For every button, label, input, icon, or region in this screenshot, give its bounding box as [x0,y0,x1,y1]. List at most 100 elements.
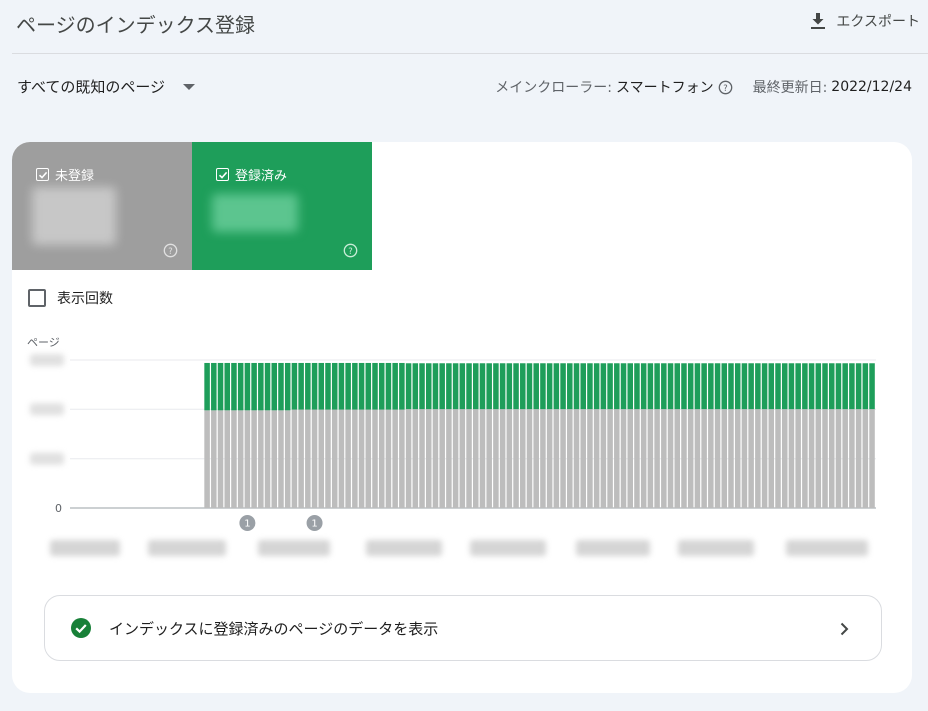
page-title: ページのインデックス登録 [16,13,255,37]
bar-not-indexed [211,410,217,508]
bar-not-indexed [828,409,835,508]
bar-not-indexed [855,409,862,508]
bar-indexed [378,362,385,410]
bar-not-indexed [741,409,748,508]
bar-indexed [372,362,378,410]
help-icon[interactable]: ? [343,243,358,258]
bar-indexed [224,362,230,411]
bar-not-indexed [607,409,613,508]
export-button[interactable]: エクスポート [810,10,920,32]
help-icon[interactable]: ? [718,80,733,95]
bar-indexed [728,363,734,410]
bar-not-indexed [634,409,640,508]
bar-indexed [741,363,748,410]
annotation-label: 1 [311,519,317,530]
bar-indexed [802,363,808,410]
bar-indexed [217,362,224,411]
bar-indexed [358,362,365,410]
registered-label: 登録済み [235,169,288,184]
bar-indexed [849,363,855,410]
bar-indexed [264,362,271,411]
bar-not-indexed [318,409,325,508]
bar-not-indexed [714,409,721,508]
bar-indexed [325,362,331,410]
impressions-label: 表示回数 [57,291,113,307]
unregistered-tile[interactable]: 未登録 ? [12,142,192,270]
bar-not-indexed [614,409,620,508]
bar-not-indexed [627,409,633,508]
bar-not-indexed [781,409,788,508]
crawler-info: メインクローラー: スマートフォン ? 最終更新日: 2022/12/24 [495,77,912,97]
impressions-toggle[interactable]: 表示回数 [28,288,113,308]
bar-indexed [768,363,775,410]
bar-not-indexed [473,409,479,508]
bar-indexed [399,362,405,410]
bar-not-indexed [734,409,741,508]
bar-indexed [271,362,278,411]
bar-not-indexed [788,409,795,508]
registered-count-redacted [212,194,298,232]
bar-not-indexed [755,409,761,508]
bar-not-indexed [580,409,586,508]
bar-not-indexed [419,409,425,508]
bar-indexed [540,363,546,410]
bar-indexed [654,363,660,410]
view-indexed-data-link[interactable]: インデックスに登録済みのページのデータを表示 [44,595,882,661]
bar-indexed [721,363,728,410]
bar-indexed [708,363,714,410]
bar-indexed [788,363,795,410]
bar-not-indexed [459,409,466,508]
bar-not-indexed [298,409,304,508]
bar-indexed [284,362,291,411]
x-tick-redacted [366,540,442,556]
bar-indexed [278,362,284,411]
bar-not-indexed [479,409,486,508]
x-tick-redacted [258,540,330,556]
bar-not-indexed [647,409,654,508]
bar-indexed [647,363,654,410]
bar-not-indexed [533,409,539,508]
bar-indexed [553,363,560,410]
bar-not-indexed [432,409,439,508]
updated-value: 2022/12/24 [831,79,912,95]
registered-tile[interactable]: 登録済み ? [192,142,372,270]
bar-indexed [419,363,425,410]
bar-indexed [291,362,298,410]
checkbox-unchecked-icon[interactable] [28,289,46,307]
bar-indexed [781,363,788,410]
bar-indexed [479,363,486,410]
bar-not-indexed [546,409,553,508]
pages-chart: 0 1 1 [30,354,876,531]
bar-not-indexed [399,409,405,508]
bar-not-indexed [768,409,775,508]
bar-not-indexed [439,409,445,508]
bar-not-indexed [808,409,815,508]
checkbox-checked-icon[interactable] [36,168,49,181]
checkbox-checked-icon[interactable] [216,168,229,181]
bar-not-indexed [842,409,848,508]
bar-indexed [499,363,506,410]
bar-not-indexed [694,409,701,508]
bar-indexed [761,363,768,410]
bar-not-indexed [237,410,244,508]
page-filter-select[interactable]: すべての既知のページ [17,76,196,97]
bar-indexed [345,362,351,410]
x-tick-redacted [148,540,226,556]
bar-indexed [546,363,553,410]
bar-not-indexed [244,410,251,508]
bar-not-indexed [452,409,459,508]
bar-indexed [251,362,257,411]
bar-indexed [231,362,237,411]
bar-not-indexed [338,409,345,508]
bar-not-indexed [640,409,647,508]
help-icon[interactable]: ? [163,243,178,258]
bar-not-indexed [862,409,869,508]
bar-indexed [573,363,580,410]
bar-indexed [533,363,539,410]
bar-not-indexed [802,409,808,508]
y-tick-label: 0 [55,502,62,515]
updated-label: 最終更新日: [752,80,828,96]
y-tick-redacted [30,452,64,465]
bar-indexed [425,363,432,410]
bar-not-indexed [600,409,607,508]
